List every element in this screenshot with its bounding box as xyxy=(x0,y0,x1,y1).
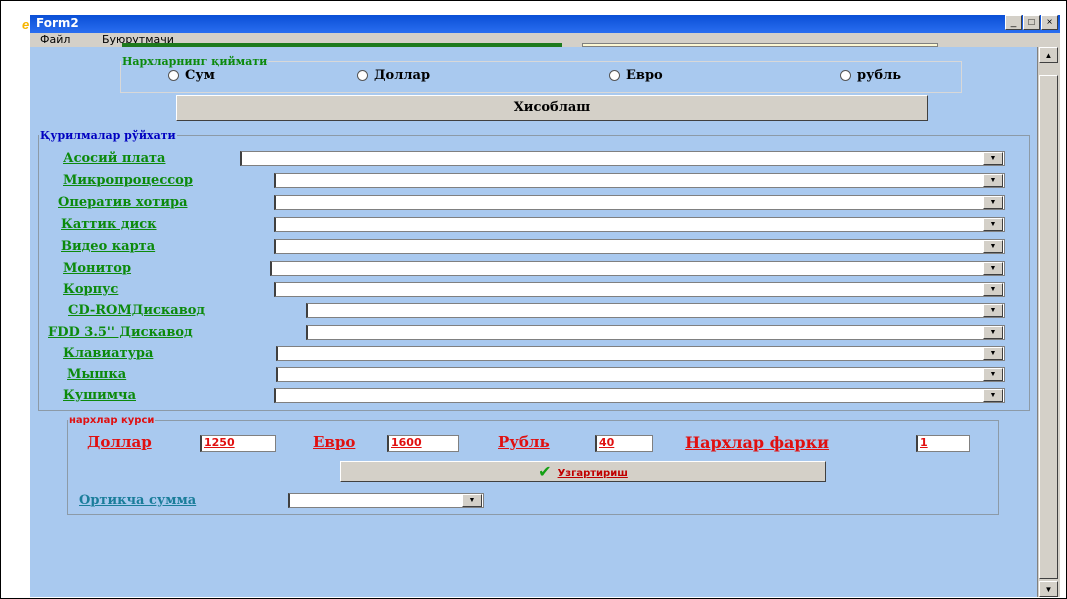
device-combo-motherboard[interactable]: ▼ xyxy=(240,151,1005,166)
device-label-mouse: Мышка xyxy=(67,367,127,382)
dollar-rate-input[interactable]: 1250 xyxy=(200,435,276,452)
scroll-up-icon[interactable]: ▲ xyxy=(1039,47,1058,63)
radio-dot xyxy=(357,70,368,81)
device-combo-mouse[interactable]: ▼ xyxy=(276,367,1005,382)
ruble-rate-input[interactable]: 40 xyxy=(595,435,653,452)
extra-sum-combo[interactable]: ▼ xyxy=(288,493,484,508)
checkmark-icon: ✔ xyxy=(538,462,552,481)
dollar-rate-label: Доллар xyxy=(87,433,152,451)
radio-dollar[interactable]: Доллар xyxy=(357,68,430,83)
device-label-video: Видео карта xyxy=(61,239,156,254)
minimize-button[interactable]: _ xyxy=(1005,15,1022,30)
radio-ruble-label: рубль xyxy=(857,68,902,83)
change-button-label: Узгартириш xyxy=(557,468,628,479)
radio-dollar-label: Доллар xyxy=(374,68,431,83)
device-combo-monitor[interactable]: ▼ xyxy=(270,261,1005,276)
dropdown-arrow-icon[interactable]: ▼ xyxy=(983,347,1003,360)
radio-dot xyxy=(840,70,851,81)
price-diff-input[interactable]: 1 xyxy=(916,435,970,452)
dropdown-arrow-icon[interactable]: ▼ xyxy=(983,218,1003,231)
top-field-left xyxy=(122,43,562,47)
window-title: Form2 xyxy=(36,16,79,30)
radio-euro[interactable]: Евро xyxy=(609,68,663,83)
radio-euro-label: Евро xyxy=(626,68,663,83)
top-field-right[interactable] xyxy=(582,43,938,47)
rates-legend: нархлар курси xyxy=(69,415,155,426)
device-combo-keyboard[interactable]: ▼ xyxy=(276,346,1005,361)
price-diff-label: Нархлар фарки xyxy=(685,433,830,452)
dropdown-arrow-icon[interactable]: ▼ xyxy=(983,240,1003,253)
dropdown-arrow-icon[interactable]: ▼ xyxy=(983,152,1003,165)
euro-rate-input[interactable]: 1600 xyxy=(387,435,459,452)
scroll-thumb[interactable] xyxy=(1039,75,1058,579)
delphi-icon: e xyxy=(22,17,30,32)
radio-dot xyxy=(168,70,179,81)
device-combo-case[interactable]: ▼ xyxy=(274,282,1005,297)
dropdown-arrow-icon[interactable]: ▼ xyxy=(983,262,1003,275)
window-controls: _ □ × xyxy=(1005,15,1058,30)
dropdown-arrow-icon[interactable]: ▼ xyxy=(462,494,482,507)
device-label-motherboard: Асосий плата xyxy=(63,151,166,166)
device-label-cdrom: CD-ROMДискавод xyxy=(68,303,206,318)
dropdown-arrow-icon[interactable]: ▼ xyxy=(983,174,1003,187)
device-label-cpu: Микропроцессор xyxy=(63,173,193,188)
dropdown-arrow-icon[interactable]: ▼ xyxy=(983,389,1003,402)
radio-sum-label: Сум xyxy=(185,68,215,83)
device-combo-extra[interactable]: ▼ xyxy=(274,388,1005,403)
extra-sum-label: Ортикча сумма xyxy=(79,493,197,508)
device-combo-cdrom[interactable]: ▼ xyxy=(306,303,1005,318)
device-label-fdd: FDD 3.5'' Дискавод xyxy=(48,325,193,340)
scroll-down-icon[interactable]: ▼ xyxy=(1039,581,1058,597)
maximize-button[interactable]: □ xyxy=(1023,15,1040,30)
title-bar[interactable]: e Form2 _ □ × xyxy=(22,15,1060,33)
menu-file[interactable]: Файл xyxy=(40,33,70,46)
device-label-keyboard: Клавиатура xyxy=(63,346,154,361)
device-combo-ram[interactable]: ▼ xyxy=(274,195,1005,210)
price-type-group: Нархларнинг қиймати xyxy=(120,55,962,93)
dropdown-arrow-icon[interactable]: ▼ xyxy=(983,283,1003,296)
euro-rate-label: Евро xyxy=(313,433,356,451)
device-label-monitor: Монитор xyxy=(63,261,132,276)
device-label-hdd: Каттик диск xyxy=(61,217,157,232)
device-combo-fdd[interactable]: ▼ xyxy=(306,325,1005,340)
radio-dot xyxy=(609,70,620,81)
calculate-button[interactable]: Хисоблаш xyxy=(176,95,928,121)
dropdown-arrow-icon[interactable]: ▼ xyxy=(983,304,1003,317)
dropdown-arrow-icon[interactable]: ▼ xyxy=(983,196,1003,209)
dropdown-arrow-icon[interactable]: ▼ xyxy=(983,368,1003,381)
app-window: e Form2 _ □ × Файл Буюрутмачи Нархларнин… xyxy=(22,15,1060,597)
ruble-rate-label: Рубль xyxy=(498,433,550,451)
change-button[interactable]: ✔ Узгартириш xyxy=(340,461,826,482)
vertical-scrollbar[interactable]: ▲ ▼ xyxy=(1037,47,1060,597)
dropdown-arrow-icon[interactable]: ▼ xyxy=(983,326,1003,339)
radio-sum[interactable]: Сум xyxy=(168,68,215,83)
device-combo-video[interactable]: ▼ xyxy=(274,239,1005,254)
device-combo-cpu[interactable]: ▼ xyxy=(274,173,1005,188)
price-type-legend: Нархларнинг қиймати xyxy=(122,55,268,68)
device-label-case: Корпус xyxy=(63,282,119,297)
close-button[interactable]: × xyxy=(1041,15,1058,30)
devices-legend: Қурилмалар рўйхати xyxy=(40,129,176,142)
device-label-ram: Оператив хотира xyxy=(58,195,188,210)
radio-ruble[interactable]: рубль xyxy=(840,68,901,83)
device-label-extra: Кушимча xyxy=(63,388,136,403)
device-combo-hdd[interactable]: ▼ xyxy=(274,217,1005,232)
